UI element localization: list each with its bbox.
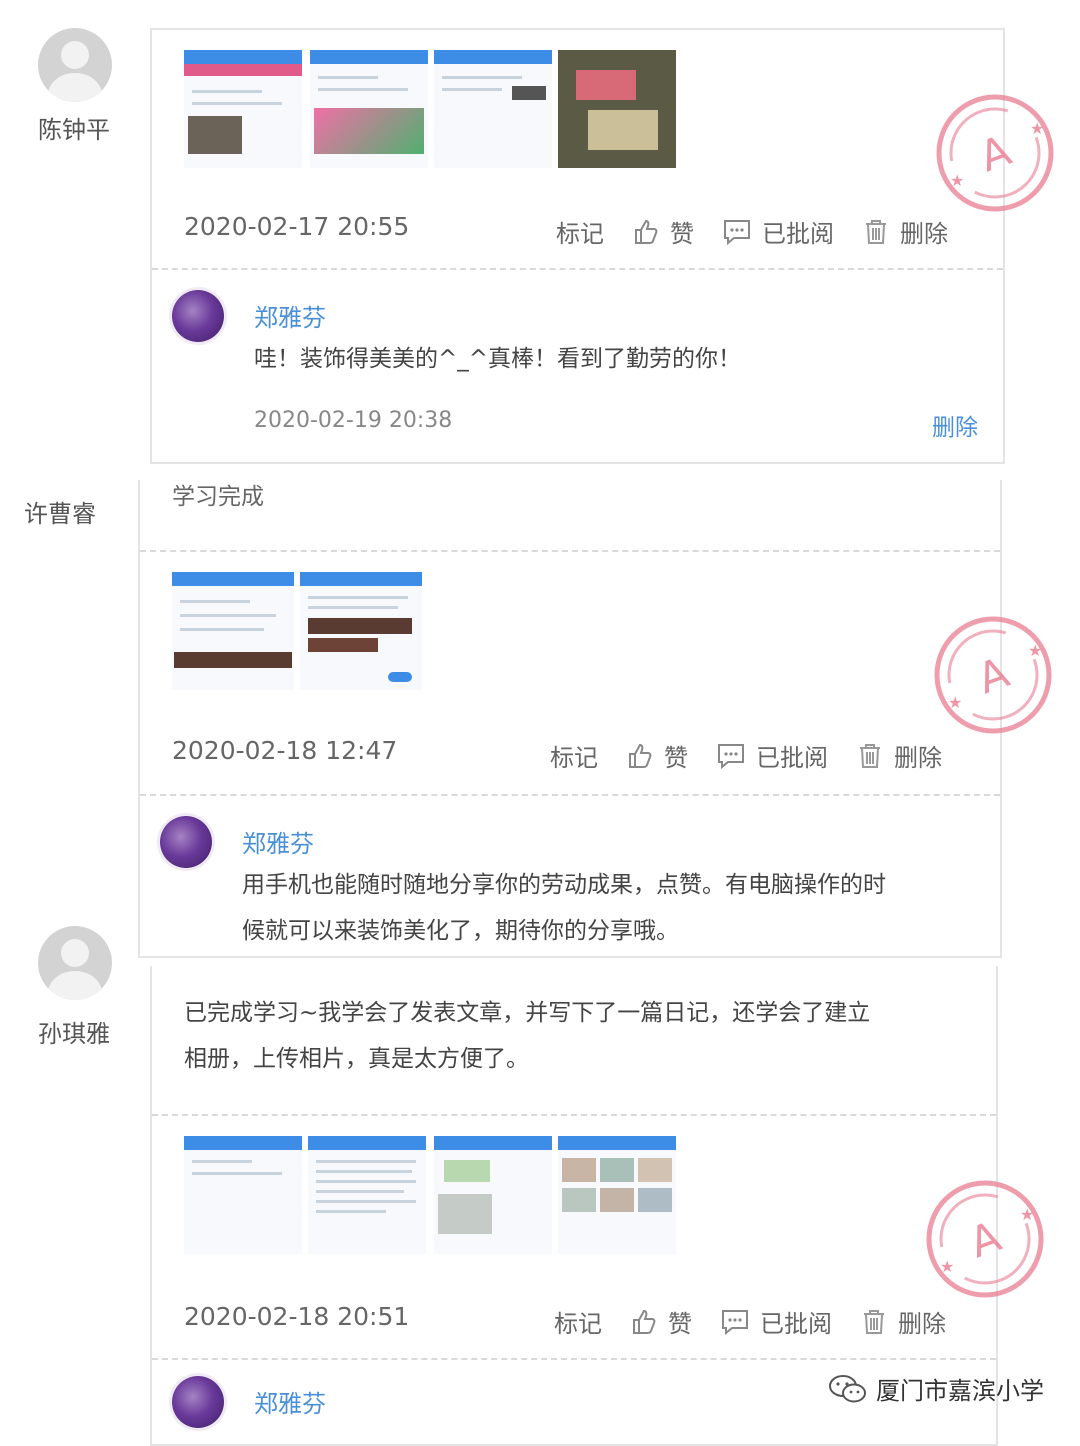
post-1: 陈钟平 2020-02-17 20:55 标记 赞 已批阅 删除 A ★ ★ 郑… (0, 0, 1080, 470)
divider (140, 794, 1000, 796)
post-2: 许曹睿 学习完成 2020-02-18 12:47 标记 赞 已批阅 删除 A … (0, 480, 1080, 958)
reviewed-label: 已批阅 (760, 1310, 832, 1338)
like-label: 赞 (664, 744, 688, 772)
teacher-avatar[interactable] (172, 290, 224, 342)
delete-label: 删除 (900, 220, 948, 248)
reviewed-label: 已批阅 (762, 220, 834, 248)
like-button[interactable]: 赞 (630, 1304, 692, 1339)
post-actions: 标记 赞 已批阅 删除 (554, 1304, 946, 1339)
comment-delete-link[interactable]: 删除 (932, 408, 978, 442)
reviewed-button[interactable]: 已批阅 (720, 1304, 832, 1339)
post-image[interactable] (308, 1136, 426, 1254)
post-image[interactable] (558, 1136, 676, 1254)
thumbs-up-icon (629, 743, 652, 768)
divider (140, 550, 1000, 552)
post-image[interactable] (300, 572, 422, 690)
mark-label: 标记 (550, 744, 598, 772)
post-timestamp: 2020-02-18 12:47 (172, 736, 398, 765)
comment-author[interactable]: 郑雅芬 (254, 1384, 326, 1419)
delete-label: 删除 (894, 744, 942, 772)
a-star-stamp-icon: A ★ ★ (934, 616, 1052, 734)
user-avatar[interactable] (38, 28, 112, 102)
delete-button[interactable]: 删除 (862, 214, 948, 249)
like-button[interactable]: 赞 (632, 214, 694, 249)
watermark-text: 厦门市嘉滨小学 (876, 1377, 1044, 1405)
svg-text:A: A (963, 1211, 1007, 1267)
mark-label: 标记 (556, 220, 604, 248)
post-card: 2020-02-17 20:55 标记 赞 已批阅 删除 A ★ ★ 郑雅芬 哇… (150, 28, 1054, 464)
user-avatar[interactable] (38, 926, 112, 1000)
teacher-avatar[interactable] (172, 1376, 224, 1428)
like-label: 赞 (668, 1310, 692, 1338)
teacher-avatar[interactable] (160, 816, 212, 868)
delete-button[interactable]: 删除 (856, 738, 942, 773)
like-label: 赞 (670, 220, 694, 248)
post-actions: 标记 赞 已批阅 删除 (556, 214, 948, 249)
divider (152, 1114, 996, 1116)
a-star-stamp-icon: A ★ ★ (936, 94, 1054, 212)
svg-text:★: ★ (940, 1257, 954, 1276)
comment-author[interactable]: 郑雅芬 (242, 824, 314, 859)
post-card: 学习完成 2020-02-18 12:47 标记 赞 已批阅 删除 A ★ ★ … (138, 480, 1052, 958)
delete-label: 删除 (898, 1310, 946, 1338)
post-image[interactable] (172, 572, 294, 690)
svg-text:A: A (971, 647, 1015, 703)
delete-button[interactable]: 删除 (860, 1304, 946, 1339)
comment-text-line-1: 用手机也能随时随地分享你的劳动成果，点赞。有电脑操作的时 (242, 872, 886, 898)
post-3: 孙琪雅 已完成学习~我学会了发表文章，并写下了一篇日记，还学会了建立 相册，上传… (0, 926, 1080, 1446)
reviewed-button[interactable]: 已批阅 (716, 738, 828, 773)
post-text-line-1: 已完成学习~我学会了发表文章，并写下了一篇日记，还学会了建立 (184, 1000, 871, 1026)
post-author[interactable]: 许曹睿 (24, 494, 96, 529)
svg-text:★: ★ (948, 693, 962, 712)
post-timestamp: 2020-02-18 20:51 (184, 1302, 410, 1331)
mark-button[interactable]: 标记 (550, 738, 598, 773)
post-image[interactable] (184, 1136, 302, 1254)
trash-icon (864, 1309, 884, 1334)
svg-text:★: ★ (1020, 1205, 1034, 1224)
post-actions: 标记 赞 已批阅 删除 (550, 738, 942, 773)
svg-text:★: ★ (1030, 119, 1044, 138)
post-image[interactable] (184, 50, 302, 168)
mark-button[interactable]: 标记 (556, 214, 604, 249)
like-button[interactable]: 赞 (626, 738, 688, 773)
svg-text:★: ★ (950, 171, 964, 190)
comment-icon (718, 743, 744, 769)
wechat-icon (829, 1374, 866, 1402)
comment-text-line-2: 候就可以来装饰美化了，期待你的分享哦。 (242, 918, 679, 944)
post-timestamp: 2020-02-17 20:55 (184, 212, 410, 241)
thumbs-up-icon (633, 1309, 656, 1334)
divider (152, 1358, 996, 1360)
trash-icon (860, 743, 880, 768)
a-star-stamp-icon: A ★ ★ (926, 1180, 1044, 1298)
watermark: 厦门市嘉滨小学 (828, 1371, 1044, 1406)
post-image[interactable] (310, 50, 428, 168)
post-image[interactable] (434, 50, 552, 168)
post-author[interactable]: 陈钟平 (38, 110, 110, 145)
reviewed-label: 已批阅 (756, 744, 828, 772)
mark-label: 标记 (554, 1310, 602, 1338)
reviewed-button[interactable]: 已批阅 (722, 214, 834, 249)
comment-text: 哇！装饰得美美的^_^真棒！看到了勤劳的你！ (254, 346, 742, 372)
post-image[interactable] (558, 50, 676, 168)
post-author[interactable]: 孙琪雅 (38, 1014, 110, 1049)
svg-text:★: ★ (1028, 641, 1042, 660)
thumbs-up-icon (635, 219, 658, 244)
comment-icon (724, 219, 750, 245)
post-image[interactable] (434, 1136, 552, 1254)
comment-icon (722, 1309, 748, 1335)
comment-timestamp: 2020-02-19 20:38 (254, 408, 453, 433)
svg-text:A: A (973, 125, 1017, 181)
comment-author[interactable]: 郑雅芬 (254, 298, 326, 333)
divider (152, 268, 1003, 270)
post-text-line-2: 相册，上传相片，真是太方便了。 (184, 1046, 529, 1072)
trash-icon (866, 219, 886, 244)
mark-button[interactable]: 标记 (554, 1304, 602, 1339)
post-text: 学习完成 (172, 484, 264, 510)
